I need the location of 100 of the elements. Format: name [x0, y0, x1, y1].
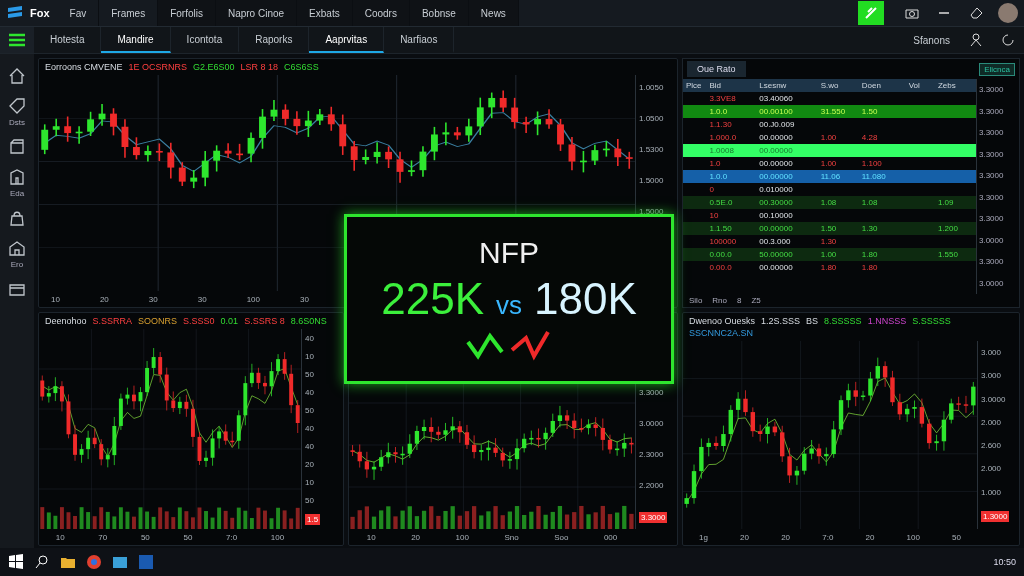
axis-label: 100 — [246, 294, 260, 304]
table-cell-text: 1.00 — [819, 250, 838, 259]
axis-label: 30 — [300, 294, 309, 304]
tab[interactable]: Raporks — [239, 27, 310, 53]
axis-label: 10 — [55, 532, 65, 542]
order-row[interactable]: 1.1.30 00.J0.009 — [683, 118, 976, 131]
app-logo: Fox — [30, 7, 50, 19]
table-cell-text: 1.09 — [936, 198, 955, 207]
sidebar-label: Dsts — [9, 118, 25, 127]
table-cell-text: 1.08 — [860, 198, 879, 207]
axis-label: 3.3000 — [979, 214, 1005, 224]
toolbar-label: Sfanons — [913, 34, 950, 46]
axis-label: 70 — [98, 532, 108, 542]
axis-label: Soo — [554, 532, 569, 542]
order-row[interactable]: 10 00.10000 — [683, 209, 976, 222]
order-row[interactable]: 1.1.50 00.00000 1.50 1.30 1.200 — [683, 222, 976, 235]
clock-text: 10:50 — [993, 557, 1016, 567]
axis-label: 1.5300 — [639, 145, 664, 154]
menu-item[interactable]: Fav — [57, 0, 100, 26]
order-row[interactable]: 1.0008 00.00000 — [683, 144, 976, 157]
axis-label: Sno — [504, 532, 519, 542]
order-row[interactable]: 100000 00.3.000 1.30 — [683, 235, 976, 248]
order-row[interactable]: 1.0 00.00000 1.00 1.100 — [683, 157, 976, 170]
forecast-value: 180K — [534, 274, 637, 324]
axis-label: 50 — [305, 405, 314, 415]
legend-text: 0.01 — [220, 316, 239, 326]
table-cell-text: 0.010000 — [758, 185, 794, 194]
tab[interactable]: Hotesta — [34, 27, 102, 53]
axis-label: 20 — [411, 532, 421, 542]
table-cell-text: 1.000.0 — [708, 133, 738, 142]
legend-text: Eorroons CMVENE — [45, 62, 123, 72]
legend-text: 1.NNSSS — [867, 316, 907, 326]
table-cell-text: 1.80 — [819, 263, 838, 272]
table-cell-text: 1.08 — [819, 198, 838, 207]
axis-label: 1.0500 — [639, 114, 664, 123]
axis-label: 2.2000 — [639, 481, 664, 490]
axis-label: 40 — [305, 423, 314, 433]
legend-text: Dwenoo Ouesks — [689, 316, 756, 326]
axis-label: 40 — [305, 333, 314, 343]
order-row[interactable]: 0 0.010000 — [683, 183, 976, 196]
axis-label: 50 — [305, 369, 314, 379]
order-row[interactable]: 1.0.0 00.00000 11.06 11.080 — [683, 170, 976, 183]
tab[interactable]: Narfiaos — [384, 27, 455, 53]
table-cell-text: 0.5E.0 — [708, 198, 734, 207]
table-cell-text: 1.1.30 — [708, 120, 733, 129]
table-cell-text: 00.J0.009 — [758, 120, 796, 129]
axis-label: 2.000 — [981, 464, 1002, 474]
table-cell-text: 1.30 — [860, 224, 879, 233]
axis-label: 7:0 — [822, 532, 834, 542]
axis-label: 1.5000 — [639, 207, 664, 216]
axis-label: 3.0000 — [979, 235, 1005, 245]
order-row[interactable]: 0.5E.0 00.30000 1.08 1.08 1.09 — [683, 196, 976, 209]
menu-item[interactable]: Bobnse — [409, 0, 469, 26]
column-header: Bid — [708, 80, 722, 92]
menu-item[interactable]: Exbats — [297, 0, 353, 26]
panel-tab[interactable]: Oue Rato — [687, 61, 746, 77]
vs-label: vs — [496, 290, 522, 321]
axis-label: 3.3000 — [639, 388, 664, 397]
tab[interactable]: Mandire — [101, 27, 171, 53]
menu-item[interactable]: Coodrs — [352, 0, 410, 26]
legend-text: SOONRS — [138, 316, 178, 326]
order-row[interactable]: 1.000.0 00.00000 1.00 4.28 — [683, 131, 976, 144]
status-badge: Elicnca — [979, 62, 1015, 76]
event-title: NFP — [479, 236, 539, 270]
column-header: S.wo — [819, 80, 840, 92]
table-cell-text: 00.00000 — [758, 159, 794, 168]
column-header: Doen — [860, 80, 882, 92]
axis-label: 1.0050 — [639, 83, 664, 92]
table-cell-text: 1.0.0 — [708, 107, 729, 116]
table-cell-text: 00.00000 — [758, 146, 794, 155]
tab[interactable]: Aaprvitas — [309, 27, 385, 53]
order-row[interactable]: 0.00.0 00.00000 1.80 1.80 — [683, 261, 976, 274]
axis-label: 3.3000 — [979, 149, 1005, 159]
axis-label: 3.3000 — [979, 171, 1005, 181]
axis-label: 1.000 — [981, 487, 1002, 497]
order-row[interactable]: 1.0.0 00.00100 31.550 1.50 — [683, 105, 976, 118]
axis-label: 50 — [140, 532, 150, 542]
table-cell-text: 1.200 — [936, 224, 959, 233]
menu-item[interactable]: Napro Cinoe — [215, 0, 298, 26]
axis-label: 50 — [183, 532, 193, 542]
legend-text: SSCNNC2A.SN — [689, 328, 753, 338]
order-row[interactable]: 0.00.0 50.00000 1.00 1.80 1.550 — [683, 248, 976, 261]
footer-label: Silo — [689, 296, 703, 305]
axis-label: 1g — [699, 532, 708, 542]
table-cell-text: 00.10000 — [758, 211, 794, 220]
order-row[interactable]: 3.3VE8 03.40060 — [683, 92, 976, 105]
table-cell-text: 1.00 — [819, 159, 838, 168]
axis-label: 2.3000 — [639, 450, 664, 459]
menu-item[interactable]: Forfolis — [158, 0, 216, 26]
table-cell-text: 31.550 — [819, 107, 847, 116]
tab[interactable]: Icontota — [170, 27, 240, 53]
menu-item[interactable]: News — [468, 0, 519, 26]
table-cell-text: 1.80 — [860, 263, 879, 272]
table-cell-text: 1.50 — [819, 224, 838, 233]
axis-label: 40 — [305, 387, 314, 397]
axis-label: 3.0000 — [981, 394, 1006, 404]
table-cell-text: 1.50 — [860, 107, 879, 116]
axis-label: 3.3000 — [979, 192, 1005, 202]
axis-label: 10 — [366, 532, 376, 542]
axis-label: 100 — [270, 532, 285, 542]
